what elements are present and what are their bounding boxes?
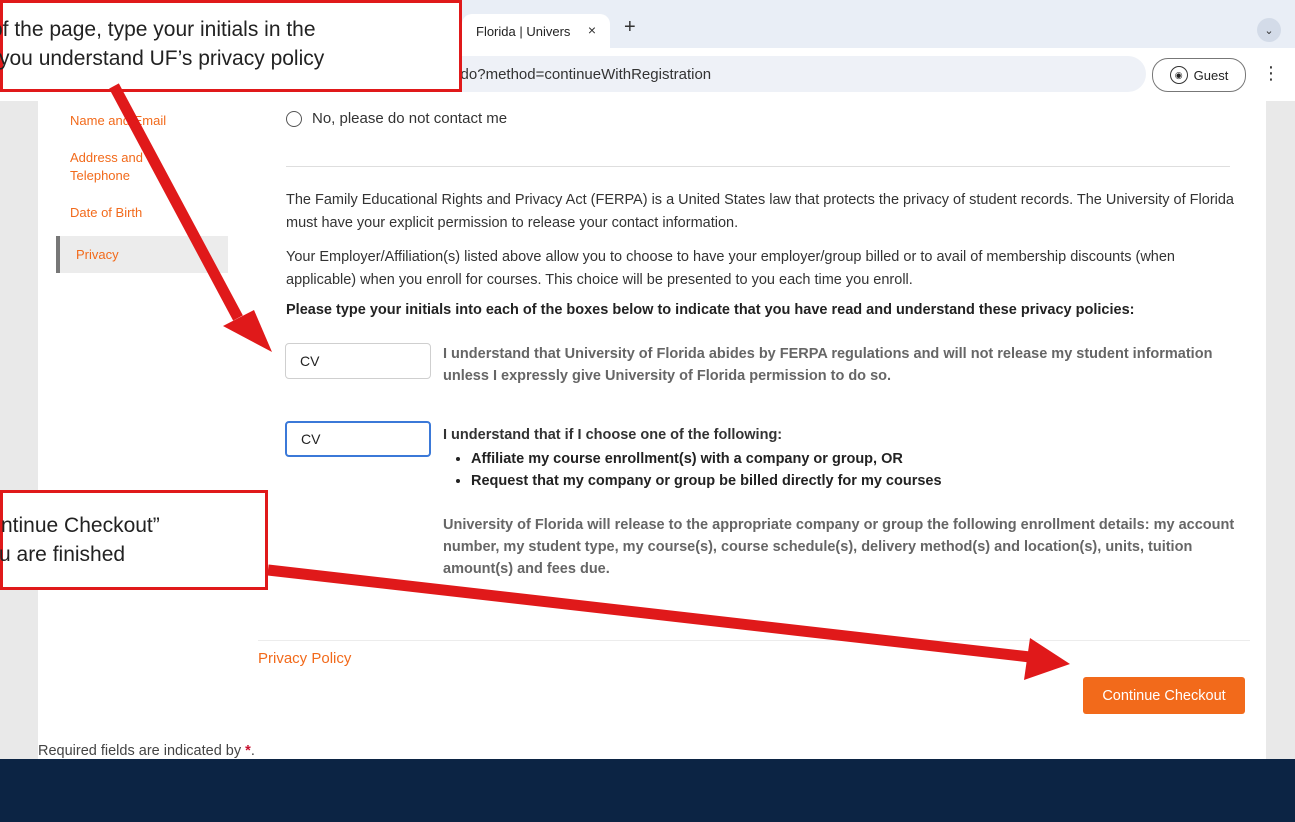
annotation-arrows [109,83,1070,680]
arrow-to-initials-head [223,310,272,352]
arrow-to-continue-head [1024,638,1070,680]
arrow-to-continue-line [267,564,1031,663]
arrow-to-initials-line [109,83,243,321]
